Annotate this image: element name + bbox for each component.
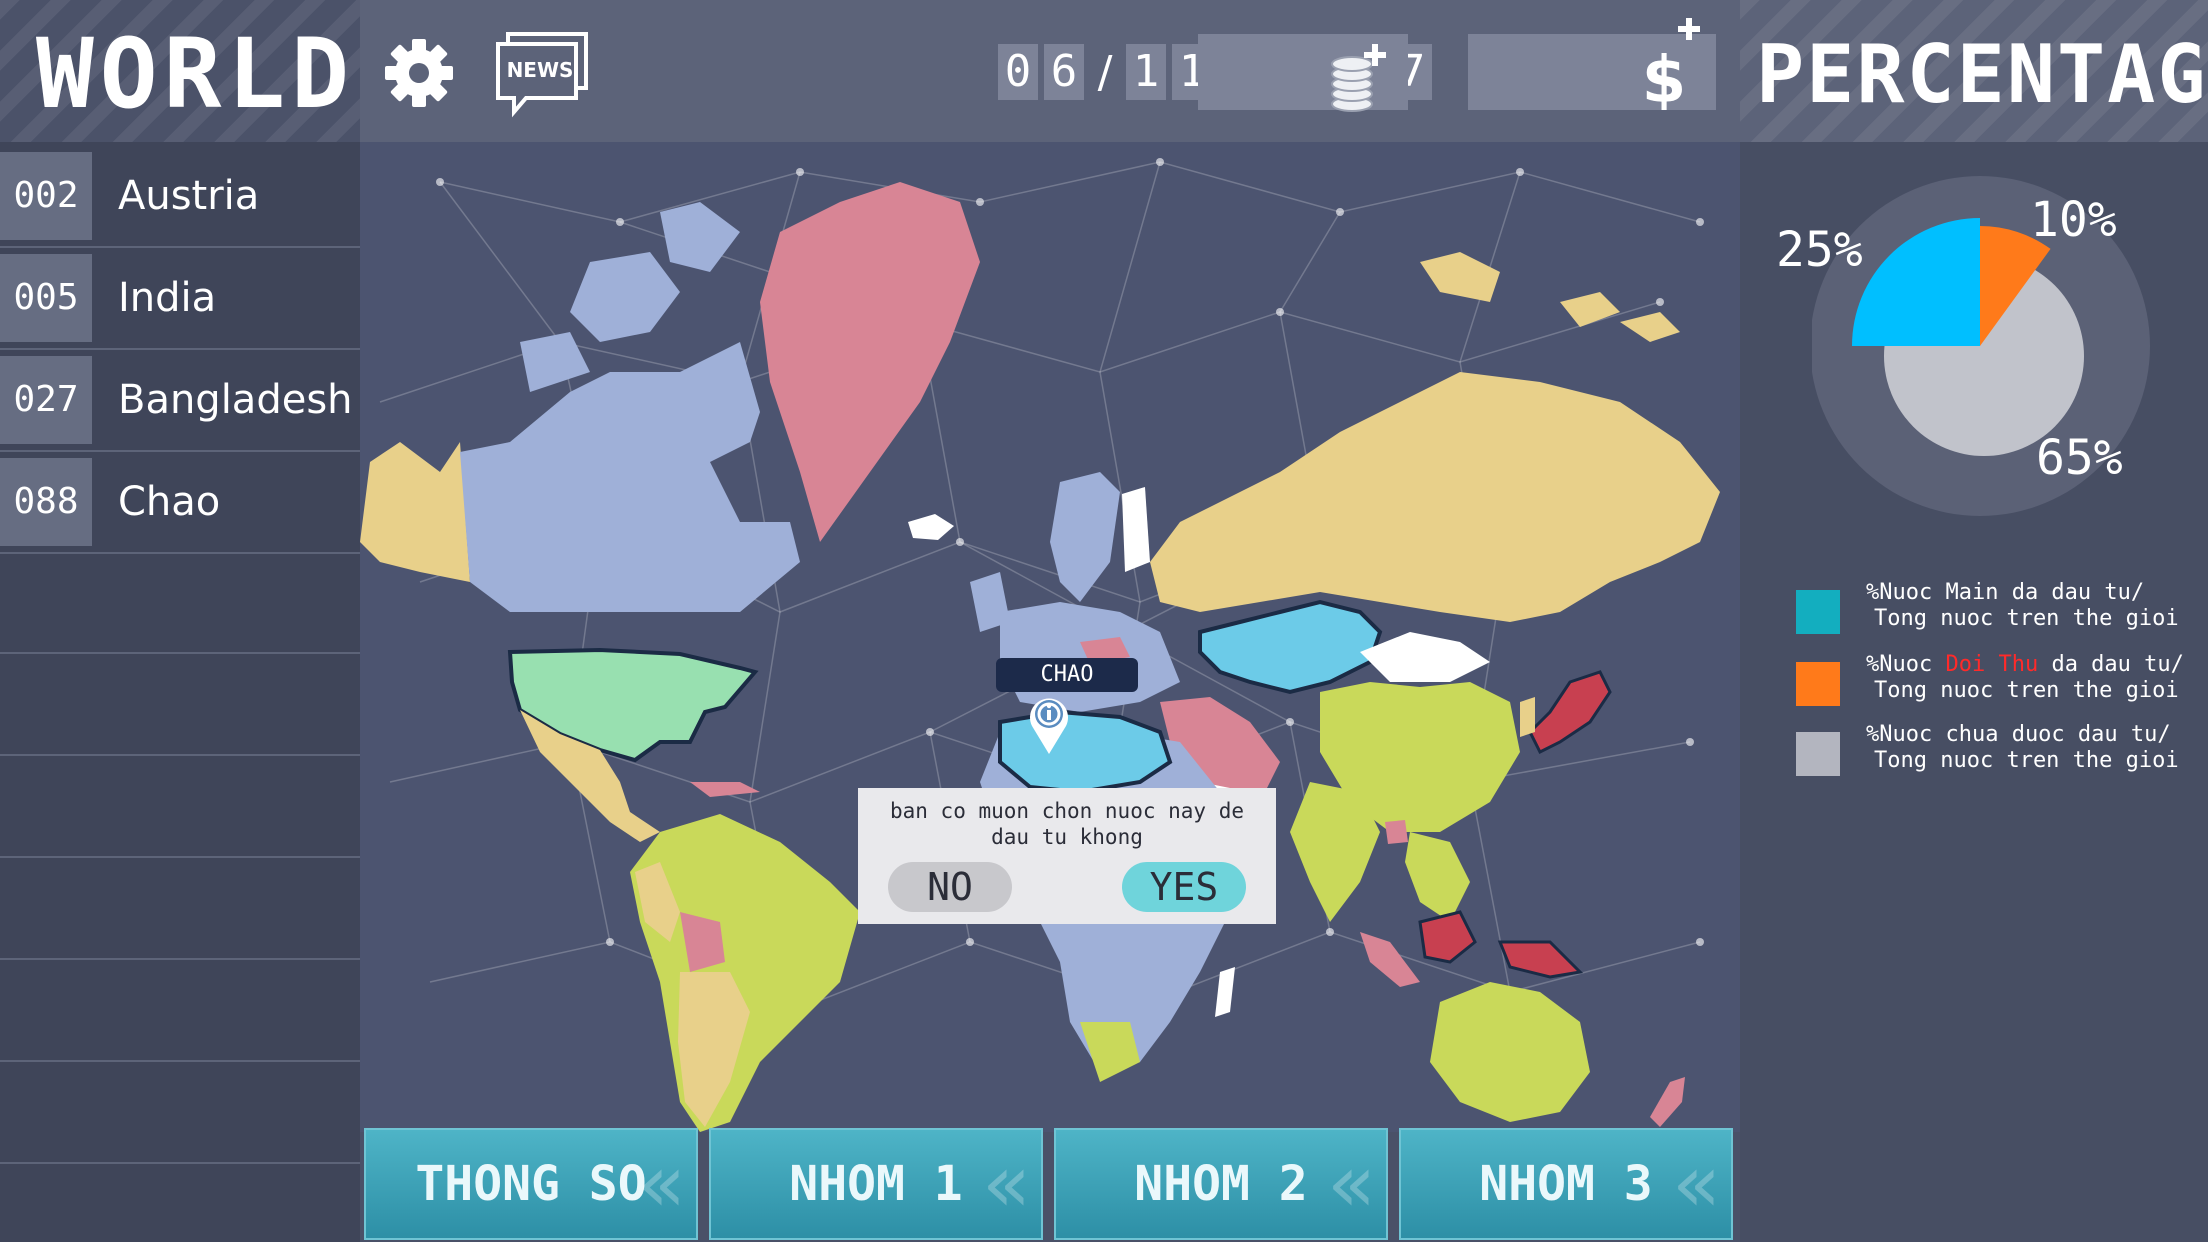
selected-country-label: CHAO [996, 658, 1138, 692]
region-finland[interactable] [1122, 487, 1150, 572]
pie-label-rival: 10% [2030, 192, 2117, 248]
pie-label-main: 25% [1776, 222, 1863, 278]
world-map[interactable] [360, 142, 1740, 1132]
news-label: NEWS [506, 58, 574, 82]
legend-rival-pre: %Nuoc [1866, 652, 1946, 677]
region-bangladesh[interactable] [1385, 820, 1408, 844]
region-canada[interactable] [460, 342, 800, 612]
percentage-panel: PERCENTAGE 25% 10% 65% %Nuoc Main da dau… [1740, 0, 2208, 1242]
country-row[interactable]: 088 Chao [0, 450, 360, 554]
region-alaska[interactable] [360, 442, 470, 582]
percentage-header: PERCENTAGE [1740, 0, 2208, 142]
yes-button[interactable]: YES [1122, 862, 1246, 912]
tab-nhom-3[interactable]: NHOM 3 « [1399, 1128, 1733, 1240]
map-pin-icon[interactable] [1024, 692, 1074, 756]
legend-rival-line2: Tong nuoc tren the gioi [1874, 678, 2179, 703]
dialog-line-2: dau tu khong [991, 825, 1143, 849]
chevron-left-icon: « [637, 1137, 686, 1230]
dialog-line-1: ban co muon chon nuoc nay de [889, 799, 1244, 823]
region-russia[interactable] [1150, 372, 1720, 622]
region-new-guinea[interactable] [1497, 940, 1584, 979]
pie-label-uninvested: 65% [2036, 430, 2123, 486]
legend-item-rival: %Nuoc Doi Thu da dau tu/ Tong nuoc tren … [1796, 652, 2196, 722]
legend-swatch-main [1796, 590, 1840, 634]
date-digit: 1 [1126, 44, 1166, 100]
region-indochina[interactable] [1405, 832, 1470, 922]
country-code: 088 [0, 458, 92, 546]
country-list-panel: WORLD 002 Austria 005 India 027 Banglade… [0, 0, 360, 1242]
region-iceland[interactable] [908, 514, 954, 540]
region-korea[interactable] [1520, 697, 1535, 737]
legend-uninvested-line2: Tong nuoc tren the gioi [1874, 748, 2179, 773]
region-russia-islands[interactable] [1420, 252, 1680, 342]
legend-swatch-uninvested [1796, 732, 1840, 776]
news-icon[interactable]: NEWS [494, 30, 590, 126]
chevron-left-icon: « [982, 1137, 1031, 1230]
empty-row [0, 858, 360, 960]
country-row[interactable]: 027 Bangladesh [0, 348, 360, 452]
svg-text:$: $ [1646, 44, 1686, 110]
money-counter: $ [1468, 18, 1716, 110]
country-name: India [118, 275, 217, 321]
region-scandinavia[interactable] [1050, 472, 1120, 602]
country-name: Chao [118, 479, 221, 525]
no-button[interactable]: NO [888, 862, 1012, 912]
invest-dialog: ban co muon chon nuoc nay de dau tu khon… [858, 788, 1276, 924]
region-argentina[interactable] [678, 972, 750, 1127]
tab-nhom-1[interactable]: NHOM 1 « [709, 1128, 1043, 1240]
country-code: 002 [0, 152, 92, 240]
empty-row [0, 1062, 360, 1164]
gear-icon[interactable] [382, 36, 456, 110]
empty-row [0, 552, 360, 654]
country-name: Bangladesh [118, 377, 353, 423]
date-digit: 6 [1044, 44, 1084, 100]
dollar-icon: $ [1646, 18, 1700, 110]
region-new-zealand[interactable] [1650, 1077, 1685, 1127]
legend-item-main: %Nuoc Main da dau tu/ Tong nuoc tren the… [1796, 580, 2196, 650]
region-south-america[interactable] [630, 814, 860, 1132]
country-code: 005 [0, 254, 92, 342]
country-code: 027 [0, 356, 92, 444]
empty-row [0, 654, 360, 756]
region-uk[interactable] [970, 572, 1010, 632]
world-header: WORLD [0, 0, 360, 142]
tab-thong-so[interactable]: THONG SO « [364, 1128, 698, 1240]
empty-row [0, 960, 360, 1062]
country-row[interactable]: 002 Austria [0, 144, 360, 248]
legend-item-uninvested: %Nuoc chua duoc dau tu/ Tong nuoc tren t… [1796, 722, 2196, 792]
legend-uninvested-line1: %Nuoc chua duoc dau tu/ [1866, 722, 2171, 747]
region-borneo[interactable] [1418, 910, 1477, 964]
empty-row [0, 1164, 360, 1240]
chevron-left-icon: « [1327, 1137, 1376, 1230]
legend-main-line1: %Nuoc Main da dau tu/ [1866, 580, 2145, 605]
coin-stack-icon [1331, 44, 1386, 112]
empty-row [0, 756, 360, 858]
region-kazakhstan[interactable] [1198, 599, 1383, 695]
region-australia[interactable] [1430, 982, 1590, 1122]
legend-rival-highlight: Doi Thu [1945, 652, 2039, 677]
tab-nhom-2[interactable]: NHOM 2 « [1054, 1128, 1388, 1240]
region-japan[interactable] [1528, 670, 1612, 755]
coins-counter [1198, 34, 1408, 112]
country-row[interactable]: 005 India [0, 246, 360, 350]
legend-swatch-rival [1796, 662, 1840, 706]
dialog-message: ban co muon chon nuoc nay de dau tu khon… [858, 798, 1276, 850]
world-title: WORLD [36, 18, 355, 130]
chevron-left-icon: « [1672, 1137, 1721, 1230]
region-madagascar[interactable] [1215, 967, 1235, 1017]
region-caribbean[interactable] [690, 782, 760, 797]
top-bar: NEWS 0 6 / 1 1 / 2 0 2 7 $ [360, 0, 1740, 142]
date-separator: / [1097, 46, 1113, 98]
region-greenland[interactable] [760, 182, 980, 542]
percentage-title: PERCENTAGE [1756, 28, 2208, 121]
legend-main-line2: Tong nuoc tren the gioi [1874, 606, 2179, 631]
country-name: Austria [118, 173, 260, 219]
date-digit: 0 [998, 44, 1038, 100]
legend-rival-post: da dau tu/ [2038, 652, 2184, 677]
